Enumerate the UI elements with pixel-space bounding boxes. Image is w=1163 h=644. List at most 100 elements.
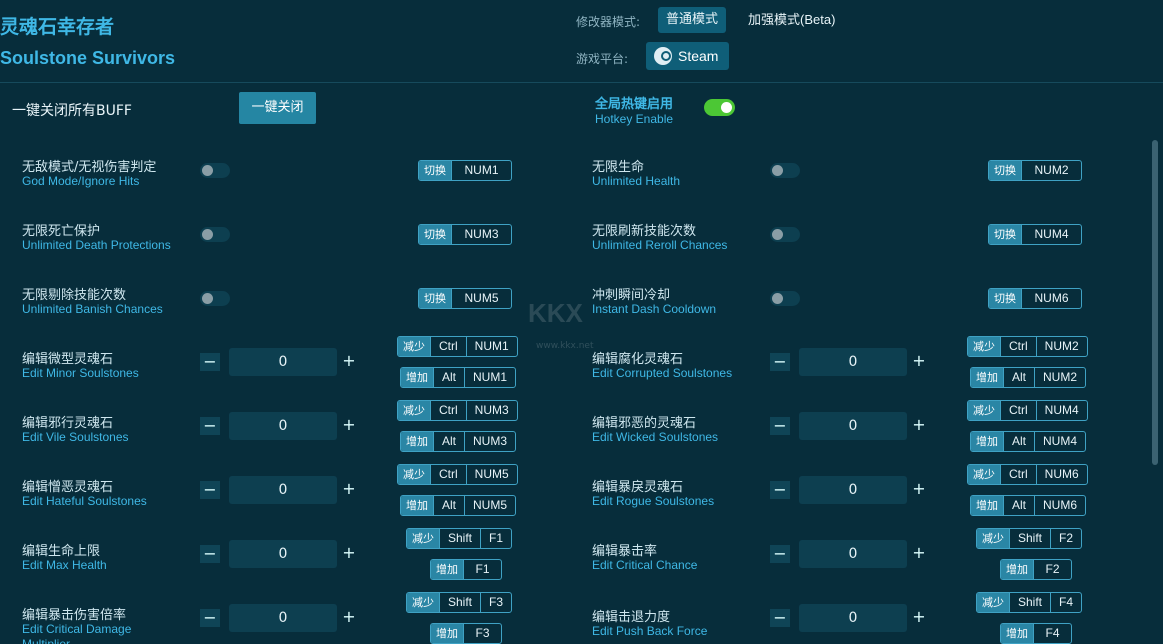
hotkey-key: NUM6: [1021, 289, 1081, 308]
hotkey-key: NUM5: [464, 496, 515, 515]
hotkey-enable-toggle[interactable]: [704, 99, 735, 116]
toggle-hotkey[interactable]: 切换 NUM4: [988, 224, 1082, 245]
increase-hotkey[interactable]: 增加 F1: [430, 559, 502, 580]
value-input[interactable]: 0: [229, 604, 337, 632]
editor-label-cn: 编辑暴击伤害倍率: [22, 608, 127, 623]
increase-button[interactable]: +: [909, 352, 929, 370]
decrease-button[interactable]: −: [770, 417, 790, 435]
value-input[interactable]: 0: [229, 476, 337, 504]
decrease-hotkey[interactable]: 减少 Ctrl NUM1: [397, 336, 518, 357]
increase-button[interactable]: +: [339, 416, 359, 434]
toggle-hotkey[interactable]: 切换 NUM5: [418, 288, 512, 309]
hotkey-key: NUM5: [465, 465, 517, 484]
decrease-button[interactable]: −: [770, 545, 790, 563]
toggle-hotkey[interactable]: 切换 NUM3: [418, 224, 512, 245]
decrease-button[interactable]: −: [200, 481, 220, 499]
increase-button[interactable]: +: [339, 608, 359, 626]
increase-button[interactable]: +: [909, 544, 929, 562]
increase-hotkey[interactable]: 增加 Alt NUM3: [400, 431, 517, 452]
hotkey-action-label: 增加: [431, 560, 463, 579]
editor-label-en: Edit Push Back Force: [592, 624, 708, 638]
increase-hotkey[interactable]: 增加 Alt NUM5: [400, 495, 517, 516]
increase-button[interactable]: +: [909, 416, 929, 434]
increase-button[interactable]: +: [909, 480, 929, 498]
editor-label-en: Edit Max Health: [22, 558, 107, 572]
option-toggle[interactable]: [200, 227, 230, 242]
hotkey-key: F4: [1050, 593, 1081, 612]
decrease-hotkey[interactable]: 减少 Ctrl NUM6: [967, 464, 1088, 485]
steam-label: Steam: [678, 48, 719, 64]
increase-button[interactable]: +: [339, 544, 359, 562]
hotkey-action-label: 减少: [398, 337, 430, 356]
toggle-hotkey[interactable]: 切换 NUM1: [418, 160, 512, 181]
decrease-hotkey[interactable]: 减少 Shift F2: [976, 528, 1083, 549]
steam-button[interactable]: Steam: [646, 42, 729, 70]
hotkey-action-label: 减少: [968, 337, 1000, 356]
hotkey-action-label: 减少: [398, 465, 430, 484]
hotkey-key: NUM1: [465, 337, 517, 356]
increase-button[interactable]: +: [339, 352, 359, 370]
hotkey-action-label: 增加: [401, 368, 433, 387]
decrease-button[interactable]: −: [770, 609, 790, 627]
hotkey-key: NUM6: [1034, 496, 1085, 515]
increase-hotkey[interactable]: 增加 Alt NUM6: [970, 495, 1087, 516]
editor-label-cn: 编辑暴击率: [592, 544, 658, 559]
option-toggle[interactable]: [770, 227, 800, 242]
option-toggle[interactable]: [200, 291, 230, 306]
value-input[interactable]: 0: [229, 540, 337, 568]
toggle-hotkey[interactable]: 切换 NUM6: [988, 288, 1082, 309]
toggle-hotkey[interactable]: 切换 NUM2: [988, 160, 1082, 181]
decrease-button[interactable]: −: [200, 353, 220, 371]
decrease-button[interactable]: −: [200, 417, 220, 435]
decrease-button[interactable]: −: [200, 545, 220, 563]
option-toggle[interactable]: [770, 291, 800, 306]
toggle-option-label-en: Instant Dash Cooldown: [592, 302, 717, 316]
hotkey-action-label: 切换: [989, 289, 1021, 308]
hotkey-key: F1: [463, 560, 501, 579]
increase-button[interactable]: +: [339, 480, 359, 498]
hotkey-key: F3: [463, 624, 501, 643]
editor-label-cn: 编辑邪恶的灵魂石: [592, 416, 697, 431]
hotkey-action-label: 增加: [431, 624, 463, 643]
decrease-button[interactable]: −: [770, 481, 790, 499]
toggle-option-label-cn: 无限死亡保护: [22, 224, 101, 239]
beta-mode-button[interactable]: 加强模式(Beta): [740, 7, 843, 33]
decrease-hotkey[interactable]: 减少 Ctrl NUM4: [967, 400, 1088, 421]
normal-mode-button[interactable]: 普通模式: [658, 7, 727, 33]
increase-hotkey[interactable]: 增加 Alt NUM4: [970, 431, 1087, 452]
decrease-button[interactable]: −: [200, 609, 220, 627]
value-input[interactable]: 0: [799, 476, 907, 504]
value-input[interactable]: 0: [799, 412, 907, 440]
increase-hotkey[interactable]: 增加 Alt NUM1: [400, 367, 517, 388]
hotkey-key: Shift: [439, 593, 480, 612]
increase-hotkey[interactable]: 增加 Alt NUM2: [970, 367, 1087, 388]
close-all-buff-button[interactable]: 一键关闭: [239, 92, 316, 124]
hotkey-key: F2: [1050, 529, 1081, 548]
value-input[interactable]: 0: [229, 412, 337, 440]
value-input[interactable]: 0: [799, 348, 907, 376]
value-input[interactable]: 0: [229, 348, 337, 376]
toggle-option-label-cn: 无限剔除技能次数: [22, 288, 127, 303]
close-all-buff-label: 一键关闭所有BUFF: [12, 103, 132, 119]
decrease-hotkey[interactable]: 减少 Shift F4: [976, 592, 1083, 613]
editor-label-cn: 编辑暴戾灵魂石: [592, 480, 684, 495]
scrollbar[interactable]: [1152, 140, 1158, 465]
increase-hotkey[interactable]: 增加 F4: [1000, 623, 1072, 644]
decrease-hotkey[interactable]: 减少 Shift F3: [406, 592, 513, 613]
editor-label-cn: 编辑微型灵魂石: [22, 352, 114, 367]
decrease-hotkey[interactable]: 减少 Shift F1: [406, 528, 513, 549]
option-toggle[interactable]: [770, 163, 800, 178]
decrease-hotkey[interactable]: 减少 Ctrl NUM3: [397, 400, 518, 421]
hotkey-key: F3: [480, 593, 511, 612]
increase-button[interactable]: +: [909, 608, 929, 626]
decrease-button[interactable]: −: [770, 353, 790, 371]
decrease-hotkey[interactable]: 减少 Ctrl NUM5: [397, 464, 518, 485]
decrease-hotkey[interactable]: 减少 Ctrl NUM2: [967, 336, 1088, 357]
hotkey-action-label: 减少: [968, 401, 1000, 420]
increase-hotkey[interactable]: 增加 F2: [1000, 559, 1072, 580]
value-input[interactable]: 0: [799, 604, 907, 632]
option-toggle[interactable]: [200, 163, 230, 178]
increase-hotkey[interactable]: 增加 F3: [430, 623, 502, 644]
hotkey-action-label: 增加: [1001, 624, 1033, 643]
value-input[interactable]: 0: [799, 540, 907, 568]
